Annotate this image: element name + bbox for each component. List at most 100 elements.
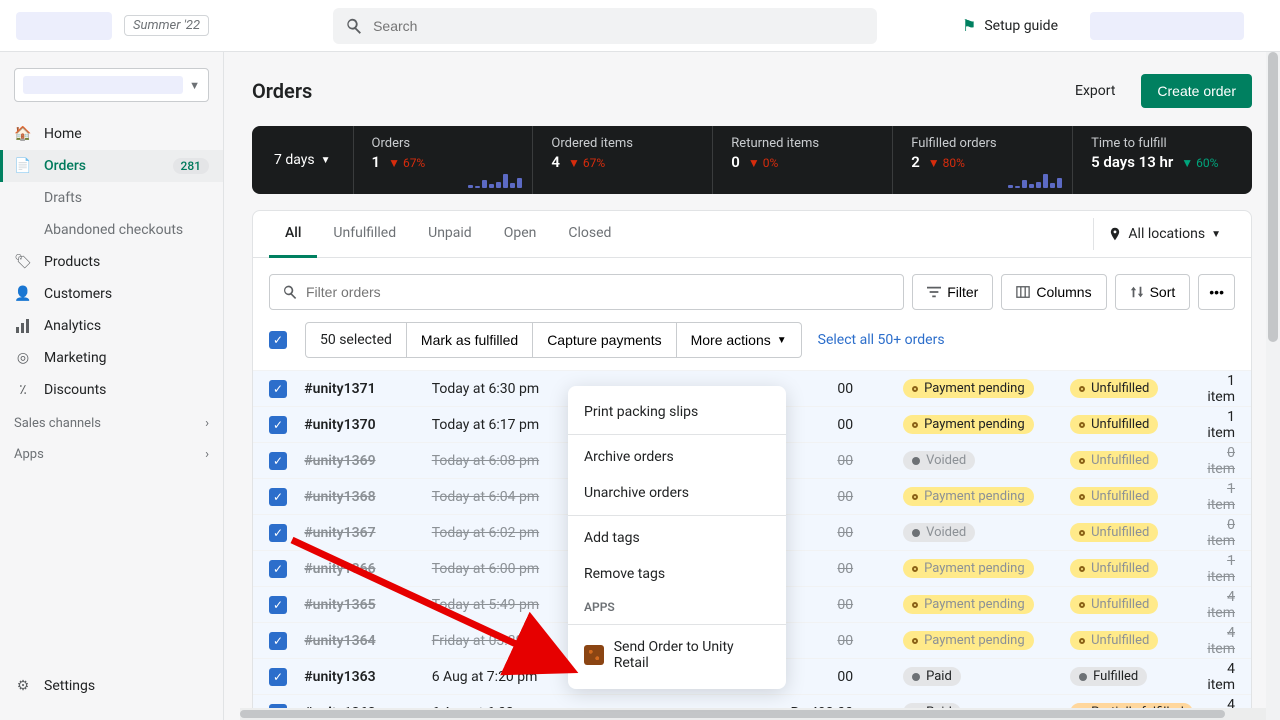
fulfillment-badge: Unfulfilled bbox=[1070, 451, 1158, 470]
dd-remove-tags[interactable]: Remove tags bbox=[568, 556, 786, 592]
nav-abandoned[interactable]: Abandoned checkouts bbox=[0, 214, 223, 246]
tab-all[interactable]: All bbox=[269, 211, 317, 258]
fulfillment-badge: Unfulfilled bbox=[1070, 559, 1158, 578]
mark-fulfilled-button[interactable]: Mark as fulfilled bbox=[407, 322, 533, 358]
nav-section-apps[interactable]: Apps› bbox=[0, 437, 223, 468]
filter-orders-input[interactable] bbox=[269, 274, 904, 310]
payment-badge: Payment pending bbox=[903, 559, 1034, 578]
gear-icon: ⚙ bbox=[14, 678, 32, 694]
flag-icon: ⚑ bbox=[962, 16, 976, 35]
main-content: Orders Export Create order 7 days▼ Order… bbox=[224, 52, 1280, 720]
stat-time-to-fulfill[interactable]: Time to fulfill5 days 13 hr▼ 60% bbox=[1073, 126, 1252, 194]
row-checkbox[interactable]: ✓ bbox=[269, 452, 287, 470]
tab-open[interactable]: Open bbox=[488, 211, 553, 258]
more-actions-button[interactable]: More actions▼ bbox=[677, 322, 802, 358]
stat-orders[interactable]: Orders1▼ 67% bbox=[354, 126, 534, 194]
more-actions-dropdown: Print packing slips Archive orders Unarc… bbox=[568, 386, 786, 689]
nav-discounts[interactable]: ٪Discounts bbox=[0, 374, 223, 406]
fulfillment-badge: Unfulfilled bbox=[1070, 487, 1158, 506]
setup-guide-link[interactable]: ⚑ Setup guide bbox=[962, 16, 1058, 35]
store-selector[interactable]: ▼ bbox=[14, 68, 209, 102]
locations-filter[interactable]: All locations ▼ bbox=[1093, 218, 1235, 250]
chevron-down-icon: ▼ bbox=[189, 79, 200, 92]
stats-bar: 7 days▼ Orders1▼ 67%Ordered items4▼ 67%R… bbox=[252, 126, 1252, 194]
chevron-right-icon: › bbox=[205, 447, 209, 462]
select-all-checkbox[interactable]: ✓ bbox=[269, 331, 287, 349]
row-checkbox[interactable]: ✓ bbox=[269, 488, 287, 506]
tab-closed[interactable]: Closed bbox=[552, 211, 627, 258]
target-icon: ◎ bbox=[14, 350, 32, 366]
columns-button[interactable]: Columns bbox=[1001, 274, 1106, 310]
row-checkbox[interactable]: ✓ bbox=[269, 668, 287, 686]
payment-badge: Payment pending bbox=[903, 631, 1034, 650]
sort-button[interactable]: Sort bbox=[1115, 274, 1191, 310]
home-icon: 🏠 bbox=[14, 126, 32, 142]
nav-products[interactable]: 🏷Products bbox=[0, 246, 223, 278]
search-icon bbox=[345, 17, 363, 35]
row-checkbox[interactable]: ✓ bbox=[269, 416, 287, 434]
search-icon bbox=[282, 284, 298, 300]
stat-fulfilled-orders[interactable]: Fulfilled orders2▼ 80% bbox=[893, 126, 1073, 194]
more-options-button[interactable]: ••• bbox=[1198, 274, 1235, 310]
stat-returned-items[interactable]: Returned items0▼ 0% bbox=[713, 126, 893, 194]
fulfillment-badge: Unfulfilled bbox=[1070, 523, 1158, 542]
person-icon: 👤 bbox=[14, 286, 32, 302]
fulfillment-badge: Fulfilled bbox=[1070, 667, 1147, 686]
stats-period-selector[interactable]: 7 days▼ bbox=[252, 126, 354, 194]
vertical-scrollbar[interactable] bbox=[1266, 52, 1280, 720]
row-checkbox[interactable]: ✓ bbox=[269, 632, 287, 650]
columns-icon bbox=[1016, 285, 1030, 299]
stat-ordered-items[interactable]: Ordered items4▼ 67% bbox=[533, 126, 713, 194]
nav-customers[interactable]: 👤Customers bbox=[0, 278, 223, 310]
fulfillment-badge: Unfulfilled bbox=[1070, 631, 1158, 650]
dd-send-unity-retail[interactable]: Send Order to Unity Retail bbox=[568, 629, 786, 681]
tabs-row: AllUnfulfilledUnpaidOpenClosed All locat… bbox=[253, 211, 1251, 258]
tab-unpaid[interactable]: Unpaid bbox=[412, 211, 488, 258]
tab-unfulfilled[interactable]: Unfulfilled bbox=[317, 211, 412, 258]
payment-badge: Payment pending bbox=[903, 379, 1034, 398]
setup-guide-label: Setup guide bbox=[984, 18, 1058, 34]
chevron-down-icon: ▼ bbox=[1211, 229, 1221, 240]
nav-settings[interactable]: ⚙Settings bbox=[0, 668, 223, 704]
row-checkbox[interactable]: ✓ bbox=[269, 524, 287, 542]
select-all-link[interactable]: Select all 50+ orders bbox=[818, 332, 945, 348]
chevron-down-icon: ▼ bbox=[321, 155, 331, 166]
orders-count-badge: 281 bbox=[173, 158, 209, 174]
payment-badge: Voided bbox=[903, 451, 975, 470]
logo bbox=[16, 12, 112, 40]
dd-print-packing-slips[interactable]: Print packing slips bbox=[568, 394, 786, 430]
env-tag: Summer '22 bbox=[124, 15, 209, 36]
capture-payments-button[interactable]: Capture payments bbox=[533, 322, 676, 358]
nav-drafts[interactable]: Drafts bbox=[0, 182, 223, 214]
fulfillment-badge: Unfulfilled bbox=[1070, 379, 1158, 398]
dd-add-tags[interactable]: Add tags bbox=[568, 520, 786, 556]
search-bar[interactable] bbox=[333, 8, 877, 44]
profile-menu[interactable] bbox=[1090, 12, 1244, 40]
row-checkbox[interactable]: ✓ bbox=[269, 380, 287, 398]
export-button[interactable]: Export bbox=[1075, 83, 1115, 99]
create-order-button[interactable]: Create order bbox=[1141, 74, 1252, 108]
nav-section-sales-channels[interactable]: Sales channels› bbox=[0, 406, 223, 437]
payment-badge: Payment pending bbox=[903, 415, 1034, 434]
nav-analytics[interactable]: Analytics bbox=[0, 310, 223, 342]
dd-apps-section: APPS bbox=[568, 592, 786, 620]
chevron-right-icon: › bbox=[205, 416, 209, 431]
payment-badge: Voided bbox=[903, 523, 975, 542]
payment-badge: Payment pending bbox=[903, 487, 1034, 506]
location-icon bbox=[1108, 227, 1122, 241]
dd-archive-orders[interactable]: Archive orders bbox=[568, 439, 786, 475]
row-checkbox[interactable]: ✓ bbox=[269, 596, 287, 614]
filter-icon bbox=[927, 285, 941, 299]
dd-unarchive-orders[interactable]: Unarchive orders bbox=[568, 475, 786, 511]
row-checkbox[interactable]: ✓ bbox=[269, 560, 287, 578]
payment-badge: Payment pending bbox=[903, 595, 1034, 614]
discount-icon: ٪ bbox=[14, 382, 32, 398]
nav-orders[interactable]: 📄Orders281 bbox=[0, 150, 223, 182]
nav-marketing[interactable]: ◎Marketing bbox=[0, 342, 223, 374]
horizontal-scrollbar[interactable] bbox=[240, 708, 1266, 720]
fulfillment-badge: Unfulfilled bbox=[1070, 415, 1158, 434]
nav-home[interactable]: 🏠Home bbox=[0, 118, 223, 150]
filter-button[interactable]: Filter bbox=[912, 274, 993, 310]
search-input[interactable] bbox=[373, 18, 865, 34]
selected-count: 50 selected bbox=[305, 322, 407, 358]
